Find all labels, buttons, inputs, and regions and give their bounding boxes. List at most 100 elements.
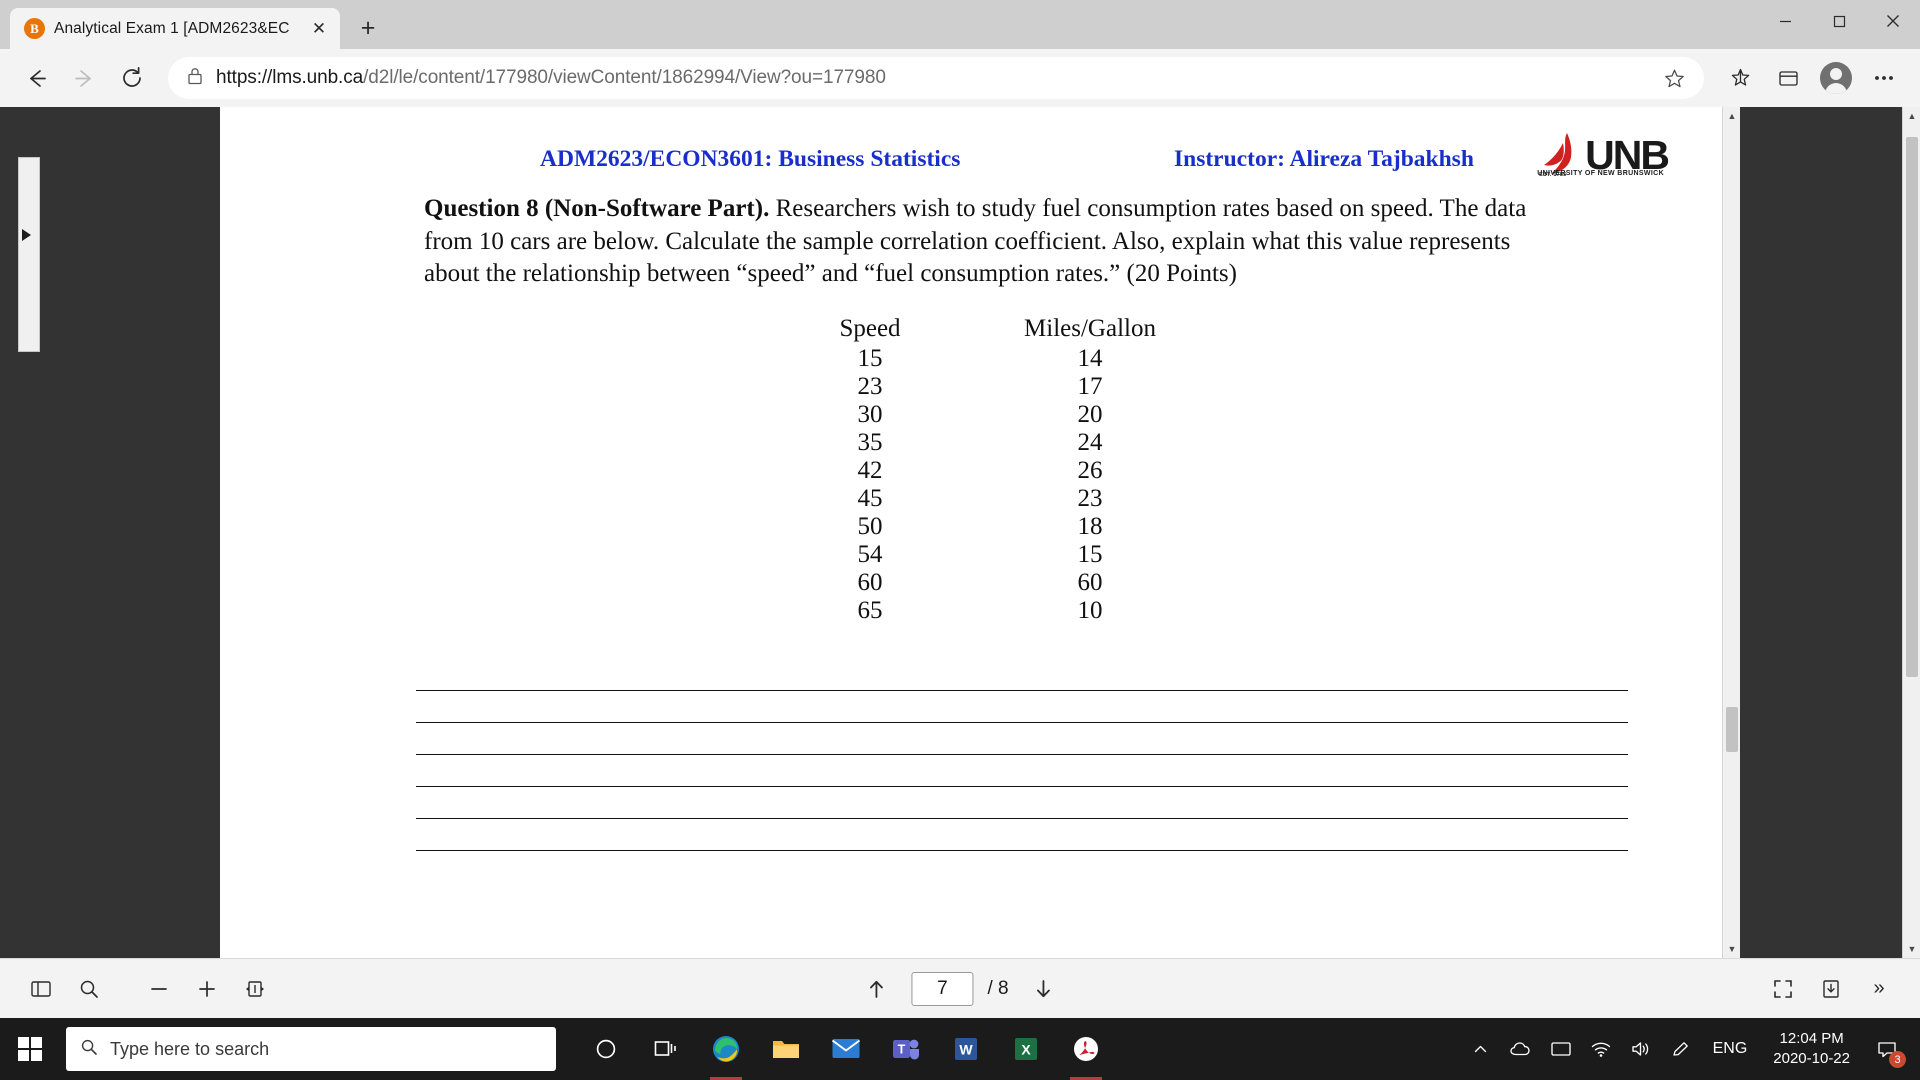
pdf-toolbar-left-group: [20, 968, 276, 1010]
taskbar-app-excel[interactable]: X: [998, 1018, 1054, 1080]
search-placeholder: Type here to search: [110, 1038, 270, 1059]
toggle-sidebar-button[interactable]: [20, 968, 62, 1010]
pdf-scroll-area: ADM2623/ECON3601: Business Statistics In…: [70, 107, 1890, 958]
question-text: Question 8 (Non-Software Part). Research…: [424, 193, 1556, 291]
pdf-toolbar-right-group: »: [1762, 968, 1900, 1010]
zoom-out-button[interactable]: [138, 968, 180, 1010]
maximize-button[interactable]: [1812, 0, 1866, 42]
windows-taskbar: Type here to search T W X ENG 12:04 PM 2…: [0, 1018, 1920, 1080]
pen-icon[interactable]: [1661, 1018, 1701, 1080]
url-domain: lms.unb.ca: [272, 67, 364, 88]
forward-button[interactable]: [62, 56, 106, 100]
cell-mpg: 17: [1077, 373, 1103, 400]
system-tray: ENG 12:04 PM 2020-10-22 3: [1461, 1018, 1920, 1080]
cell-mpg: 20: [1077, 401, 1103, 428]
notifications-button[interactable]: 3: [1864, 1018, 1910, 1080]
unb-subtitle: UNIVERSITY OF NEW BRUNSWICK: [1537, 169, 1664, 177]
pdf-scroll-down-arrow[interactable]: ▼: [1723, 940, 1740, 958]
exam-document: ADM2623/ECON3601: Business Statistics In…: [220, 107, 1740, 851]
close-button[interactable]: [1866, 0, 1920, 42]
taskbar-search-box[interactable]: Type here to search: [66, 1027, 556, 1071]
cell-speed: 30: [857, 401, 883, 428]
url-text: https://lms.unb.ca/d2l/le/content/177980…: [216, 67, 1640, 89]
page-number-input[interactable]: 7: [911, 971, 974, 1006]
language-indicator[interactable]: ENG: [1701, 1018, 1760, 1080]
column-header-speed: Speed: [839, 314, 901, 342]
refresh-button[interactable]: [110, 56, 154, 100]
unb-logo: EST. 1785 UNB UNIVERSITY OF NEW BRUNSWIC…: [1537, 131, 1670, 179]
taskbar-app-file-explorer[interactable]: [758, 1018, 814, 1080]
cell-mpg: 10: [1077, 597, 1103, 624]
onedrive-icon[interactable]: [1501, 1018, 1541, 1080]
url-host: https://: [216, 67, 273, 88]
page-scroll-down-arrow[interactable]: ▼: [1903, 940, 1920, 958]
page-navigation: 7 / 8: [855, 968, 1064, 1010]
save-button[interactable]: [1810, 968, 1852, 1010]
cell-speed: 23: [857, 373, 883, 400]
table-row: 35 24: [760, 429, 1200, 457]
profile-avatar[interactable]: [1814, 56, 1858, 100]
table-row: 23 17: [760, 373, 1200, 401]
zoom-in-button[interactable]: [186, 968, 228, 1010]
page-scroll-up-arrow[interactable]: ▲: [1903, 107, 1920, 125]
browser-essentials-icon[interactable]: [1766, 56, 1810, 100]
column-header-mpg: Miles/Gallon: [1024, 314, 1156, 342]
pdf-vertical-scrollbar[interactable]: ▲ ▼: [1722, 107, 1740, 958]
taskbar-app-mail[interactable]: [818, 1018, 874, 1080]
favorite-star-icon[interactable]: [1652, 56, 1696, 100]
browser-tab[interactable]: B Analytical Exam 1 [ADM2623&EC ✕: [10, 8, 340, 49]
sidebar-panel[interactable]: [18, 157, 40, 352]
collections-icon[interactable]: [1718, 56, 1762, 100]
table-header-row: Speed Miles/Gallon: [760, 313, 1200, 346]
taskbar-app-cortana[interactable]: [578, 1018, 634, 1080]
network-icon[interactable]: [1581, 1018, 1621, 1080]
search-icon[interactable]: [68, 968, 110, 1010]
pdf-scroll-up-arrow[interactable]: ▲: [1723, 107, 1740, 125]
cell-speed: 45: [857, 485, 883, 512]
new-tab-button[interactable]: +: [350, 10, 386, 46]
cell-speed: 65: [857, 597, 883, 624]
previous-page-button[interactable]: [855, 968, 897, 1010]
pdf-thumbnail-sidebar: [0, 107, 70, 958]
taskbar-apps: T W X: [578, 1018, 1114, 1080]
notification-count-badge: 3: [1889, 1051, 1906, 1068]
cell-speed: 42: [857, 457, 883, 484]
tab-close-icon[interactable]: ✕: [306, 16, 332, 42]
svg-text:T: T: [898, 1043, 906, 1057]
page-total-label: / 8: [987, 977, 1009, 999]
table-row: 60 60: [760, 569, 1200, 597]
question-label: Question 8 (Non-Software Part).: [424, 195, 770, 222]
more-tools-button[interactable]: »: [1858, 968, 1900, 1010]
pdf-scroll-thumb[interactable]: [1726, 707, 1738, 752]
cell-speed: 15: [857, 345, 883, 372]
cell-mpg: 60: [1077, 569, 1103, 596]
table-row: 15 14: [760, 345, 1200, 373]
clock-time: 12:04 PM: [1779, 1029, 1844, 1047]
sidebar-expand-icon[interactable]: [22, 229, 31, 241]
cell-mpg: 15: [1077, 541, 1103, 568]
start-button[interactable]: [0, 1018, 60, 1080]
avatar: [1820, 62, 1852, 94]
next-page-button[interactable]: [1023, 968, 1065, 1010]
minimize-button[interactable]: [1758, 0, 1812, 42]
fit-page-button[interactable]: [1762, 968, 1804, 1010]
cell-speed: 35: [857, 429, 883, 456]
page-vertical-scrollbar[interactable]: ▲ ▼: [1902, 107, 1920, 958]
answer-line: [416, 691, 1628, 723]
taskbar-app-teams[interactable]: T: [878, 1018, 934, 1080]
taskbar-app-word[interactable]: W: [938, 1018, 994, 1080]
cell-mpg: 26: [1077, 457, 1103, 484]
display-icon[interactable]: [1541, 1018, 1581, 1080]
address-bar[interactable]: https://lms.unb.ca/d2l/le/content/177980…: [168, 57, 1704, 99]
volume-icon[interactable]: [1621, 1018, 1661, 1080]
fit-width-button[interactable]: [234, 968, 276, 1010]
taskbar-app-edge[interactable]: [698, 1018, 754, 1080]
tray-chevron-icon[interactable]: [1461, 1018, 1501, 1080]
settings-more-icon[interactable]: [1862, 56, 1906, 100]
page-scroll-thumb[interactable]: [1906, 137, 1918, 677]
taskbar-app-acrobat[interactable]: [1058, 1018, 1114, 1080]
taskbar-app-task-view[interactable]: [638, 1018, 694, 1080]
cell-mpg: 18: [1077, 513, 1103, 540]
back-button[interactable]: [14, 56, 58, 100]
clock[interactable]: 12:04 PM 2020-10-22: [1759, 1018, 1864, 1080]
